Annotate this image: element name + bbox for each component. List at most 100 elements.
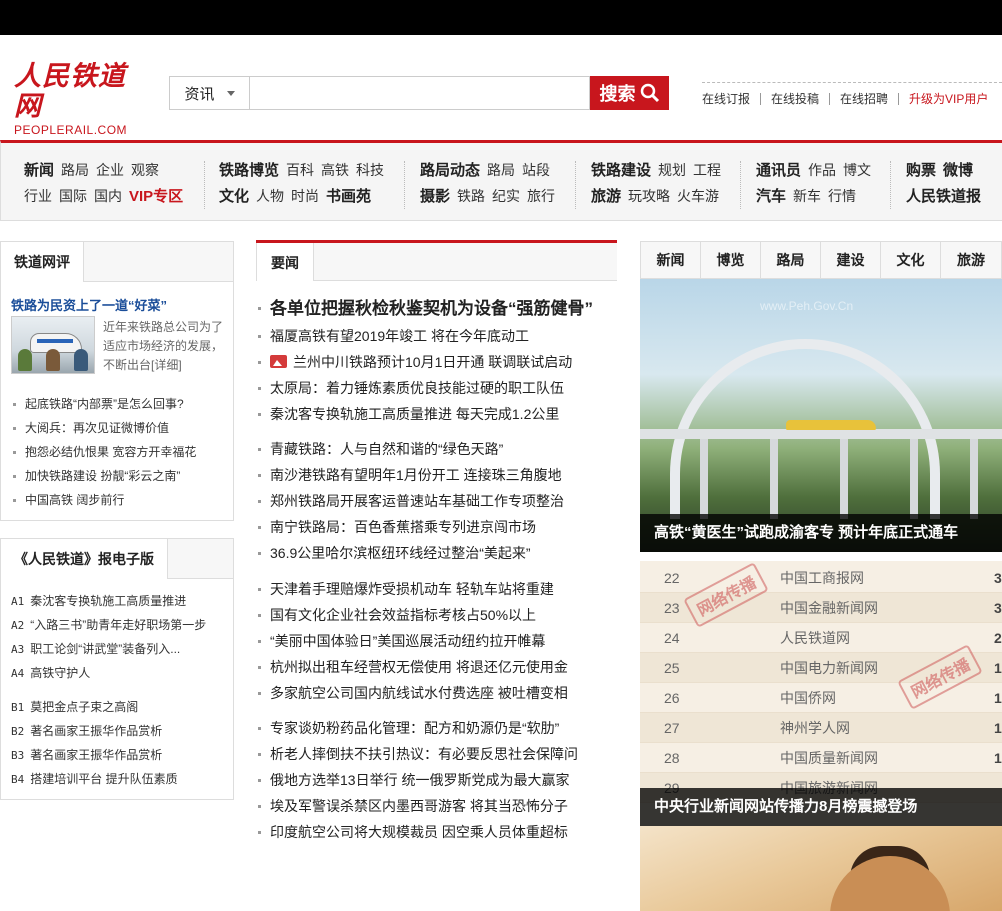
news-item[interactable]: 兰州中川铁路预计10月1日开通 联调联试启动: [258, 349, 618, 375]
epaper-item[interactable]: A2 “入路三书”助青年走好职场第一步: [11, 613, 206, 637]
news-item[interactable]: 南宁铁路局：百色香蕉搭乘专列进京闯市场: [258, 514, 618, 540]
nav-link[interactable]: 铁路建设: [591, 162, 651, 179]
nav-link[interactable]: 时尚: [291, 188, 319, 204]
search-button[interactable]: 搜索: [590, 76, 669, 110]
nav-link[interactable]: 国际: [59, 188, 87, 204]
news-item[interactable]: 秦沈客专换轨施工高质量推进 每天完成1.2公里: [258, 401, 618, 427]
nav-link[interactable]: 铁路博览: [219, 162, 279, 179]
nav-link[interactable]: 旅游: [591, 188, 621, 205]
right-tab[interactable]: 建设: [821, 242, 881, 278]
nav-link[interactable]: 铁路: [457, 188, 485, 204]
chevron-down-icon: [226, 90, 235, 96]
news-item[interactable]: 专家谈奶粉药品化管理：配方和奶源仍是“软肋”: [258, 715, 618, 741]
epaper-item[interactable]: A1 秦沈客专换轨施工高质量推进: [11, 589, 206, 613]
news-item[interactable]: 埃及军警误杀禁区内墨西哥游客 将其当恐怖分子: [258, 793, 618, 819]
news-item[interactable]: 天津着手理赔爆炸受损机动车 轻轨车站将重建: [258, 576, 618, 602]
review-list-item[interactable]: 加快铁路建设 扮靓“彩云之南”: [11, 464, 196, 488]
nav-link[interactable]: 书画苑: [326, 188, 371, 205]
nav-link[interactable]: 文化: [219, 188, 249, 205]
nav-link[interactable]: 博文: [843, 162, 871, 178]
nav-link[interactable]: 纪实: [492, 188, 520, 204]
right-tab[interactable]: 文化: [881, 242, 941, 278]
nav-row: 铁路博览 百科 高铁 科技: [219, 157, 391, 183]
review-thumbnail[interactable]: [11, 316, 95, 374]
nav-link[interactable]: 微博: [943, 162, 973, 179]
epaper-item[interactable]: B1 莫把金点子束之高阁: [11, 695, 178, 719]
epaper-item[interactable]: B2 著名画家王振华作品赏析: [11, 719, 178, 743]
nav-link[interactable]: 汽车: [756, 188, 786, 205]
nav-link[interactable]: 人物: [256, 188, 284, 204]
nav-link[interactable]: 国内: [94, 188, 122, 204]
nav-link[interactable]: 路局: [61, 162, 89, 178]
review-list-item[interactable]: 中国高铁 阔步前行: [11, 488, 196, 512]
nav-link[interactable]: 新车: [793, 188, 821, 204]
nav-link[interactable]: 摄影: [420, 188, 450, 205]
news-item[interactable]: 福厦高铁有望2019年竣工 将在今年底动工: [258, 323, 618, 349]
nav-link[interactable]: 行业: [24, 188, 52, 204]
nav-link[interactable]: 科技: [356, 162, 384, 178]
epaper-item-title: 秦沈客专换轨施工高质量推进: [30, 594, 187, 608]
link-vip-upgrade[interactable]: 升级为VIP用户: [899, 93, 988, 105]
nav-link[interactable]: 站段: [522, 162, 550, 178]
nav-link[interactable]: 火车游: [677, 188, 719, 204]
right-tab[interactable]: 新闻: [641, 242, 701, 278]
news-item[interactable]: 太原局：着力锤炼素质优良技能过硬的职工队伍: [258, 375, 618, 401]
nav-link[interactable]: 企业: [96, 162, 124, 178]
nav-link[interactable]: 高铁: [321, 162, 349, 178]
news-item[interactable]: “美丽中国体验日”美国巡展活动纽约拉开帷幕: [258, 628, 618, 654]
nav-link[interactable]: 规划: [658, 162, 686, 178]
review-list-item[interactable]: 起底铁路“内部票”是怎么回事?: [11, 392, 196, 416]
nav-link[interactable]: 路局: [487, 162, 515, 178]
news-item[interactable]: 印度航空公司将大规模裁员 因空乘人员体重超标: [258, 819, 618, 845]
news-headline[interactable]: 各单位把握秋检秋鉴契机为设备“强筋健骨”: [258, 295, 618, 323]
news-item[interactable]: 郑州铁路局开展客运普速站车基础工作专项整治: [258, 488, 618, 514]
photo-feature-3[interactable]: [640, 826, 1002, 911]
nav-link[interactable]: 行情: [828, 188, 856, 204]
nav-link[interactable]: 工程: [693, 162, 721, 178]
tab-review[interactable]: 铁道网评: [1, 242, 84, 282]
page-number: B1: [11, 701, 25, 714]
nav-link[interactable]: 新闻: [24, 162, 54, 179]
review-list-item[interactable]: 抱怨必结仇恨果 宽容方开幸福花: [11, 440, 196, 464]
news-item[interactable]: 36.9公里哈尔滨枢纽环线经过整治“美起来”: [258, 540, 618, 566]
photo-feature-1[interactable]: www.Peh.Gov.Cn 高铁“黄医生”试跑成渝客专 预计年底正式通车: [640, 279, 1002, 552]
link-subscribe[interactable]: 在线订报: [702, 93, 762, 105]
news-item[interactable]: 杭州拟出租车经营权无偿使用 将退还亿元使用金: [258, 654, 618, 680]
news-item[interactable]: 俄地方选举13日举行 统一俄罗斯党成为最大赢家: [258, 767, 618, 793]
review-list-item[interactable]: 大阅兵：再次见证微博价值: [11, 416, 196, 440]
right-tab[interactable]: 旅游: [941, 242, 1001, 278]
news-item[interactable]: 国有文化企业社会效益指标考核占50%以上: [258, 602, 618, 628]
nav-link[interactable]: 作品: [808, 162, 836, 178]
search-input[interactable]: [249, 76, 590, 110]
epaper-item[interactable]: A3 职工论剑“讲武堂”装备列入...: [11, 637, 206, 661]
review-summary: 近年来铁路总公司为了适应市场经济的发展，不断出台[详细]: [103, 320, 224, 372]
nav-link[interactable]: 百科: [286, 162, 314, 178]
tab-epaper[interactable]: 《人民铁道》报电子版: [1, 539, 168, 579]
nav-link[interactable]: 路局动态: [420, 162, 480, 179]
right-tab[interactable]: 路局: [761, 242, 821, 278]
review-headline[interactable]: 铁路为民资上了一道“好菜”: [11, 295, 167, 314]
epaper-item[interactable]: A4 高铁守护人: [11, 661, 206, 685]
news-group-2: 青藏铁路：人与自然和谐的“绿色天路” 南沙港铁路有望明年1月份开工 连接珠三角腹地…: [258, 436, 618, 566]
news-item[interactable]: 多家航空公司国内航线试水付费选座 被吐槽变相: [258, 680, 618, 706]
photo-feature-2[interactable]: 22 中国工商报网 3 23 中国金融新闻网 3 24 人民铁道网 2 25 中国电力新闻网 1 26 中…: [640, 561, 1002, 826]
site-logo[interactable]: 人民铁道网 PEOPLERAIL.COM: [14, 62, 144, 138]
right-tab[interactable]: 博览: [701, 242, 761, 278]
news-item[interactable]: 青藏铁路：人与自然和谐的“绿色天路”: [258, 436, 618, 462]
search-category-select[interactable]: 资讯: [169, 76, 249, 110]
nav-link[interactable]: VIP专区: [129, 188, 183, 205]
nav-link[interactable]: 通讯员: [756, 162, 801, 179]
epaper-item[interactable]: B3 著名画家王振华作品赏析: [11, 743, 178, 767]
tab-headlines[interactable]: 要闻: [256, 243, 314, 281]
news-item[interactable]: 南沙港铁路有望明年1月份开工 连接珠三角腹地: [258, 462, 618, 488]
nav-link[interactable]: 人民铁道报: [906, 188, 981, 205]
nav-link[interactable]: 旅行: [527, 188, 555, 204]
nav-link[interactable]: 观察: [131, 162, 159, 178]
nav-link[interactable]: 购票: [906, 162, 936, 179]
epaper-item[interactable]: B4 搭建培训平台 提升队伍素质: [11, 767, 178, 791]
ranking-cell: 中国侨网: [780, 690, 836, 706]
link-jobs[interactable]: 在线招聘: [830, 93, 900, 105]
news-item[interactable]: 析老人摔倒扶不扶引热议：有必要反思社会保障问: [258, 741, 618, 767]
link-submit[interactable]: 在线投稿: [761, 93, 831, 105]
nav-link[interactable]: 玩攻略: [628, 188, 670, 204]
